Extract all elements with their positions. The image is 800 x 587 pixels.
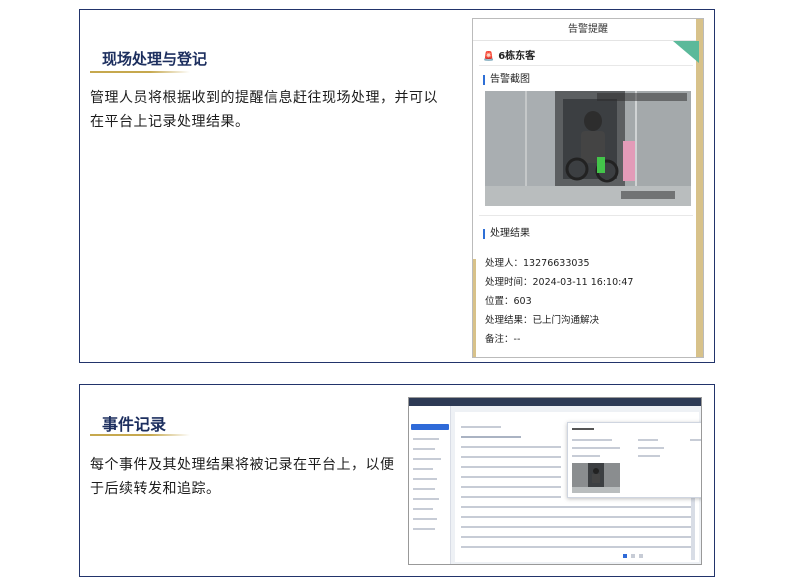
- section-description: 管理人员将根据收到的提醒信息赶往现场处理，并可以在平台上记录处理结果。: [90, 90, 438, 130]
- alarm-location-text: 6栋东客: [498, 51, 536, 62]
- sidebar-item: [413, 468, 433, 470]
- table-row: [461, 516, 691, 518]
- table-row: [461, 546, 691, 548]
- elevator-camera-thumbnail: [572, 463, 620, 493]
- alarm-location: 🚨 6栋东客: [483, 47, 535, 62]
- phone-screenshot-alarm-detail: 告警提醒 🚨 6栋东客 告警截图 处理结果 处理人：13276633035 处理…: [472, 18, 704, 358]
- field-label: 位置：: [485, 296, 514, 307]
- divider: [479, 215, 693, 216]
- app-sidebar: [409, 406, 451, 564]
- table-row: [461, 446, 561, 448]
- field-result: 处理结果：已上门沟通解决: [485, 312, 599, 326]
- pagination-item: [639, 554, 643, 558]
- table-row: [461, 526, 691, 528]
- field-time: 处理时间：2024-03-11 16:10:47: [485, 274, 633, 288]
- field-handler: 处理人：13276633035: [485, 255, 590, 269]
- event-detail-dialog: [567, 422, 701, 498]
- dialog-field: [572, 455, 600, 457]
- table-row: [461, 486, 561, 488]
- app-topbar: [409, 398, 701, 406]
- sidebar-item: [413, 458, 441, 460]
- field-value: --: [513, 334, 521, 345]
- decorative-bar-left: [473, 259, 476, 357]
- sidebar-item: [413, 438, 439, 440]
- divider: [479, 65, 693, 66]
- field-label: 处理时间：: [485, 277, 533, 288]
- event-snapshot-thumbnail: [572, 463, 620, 493]
- table-row: [461, 536, 691, 538]
- field-label: 处理人：: [485, 258, 524, 269]
- phone-header-title: 告警提醒: [473, 19, 703, 41]
- field-value: 2024-03-11 16:10:47: [532, 277, 634, 288]
- table-row: [461, 506, 691, 508]
- section-card-onsite-handling: 现场处理与登记 管理人员将根据收到的提醒信息赶往现场处理，并可以在平台上记录处理…: [79, 9, 715, 363]
- section-card-event-record: 事件记录 每个事件及其处理结果将被记录在平台上，以便于后续转发和追踪。: [79, 384, 715, 577]
- title-underline: [90, 71, 190, 73]
- section-title: 现场处理与登记: [102, 50, 208, 68]
- sidebar-item: [413, 488, 435, 490]
- screenshot-section-label: 告警截图: [483, 75, 530, 85]
- sidebar-item: [413, 528, 435, 530]
- alarm-light-icon: 🚨: [483, 52, 495, 62]
- field-position: 位置：603: [485, 293, 532, 307]
- dialog-title: [572, 428, 594, 430]
- sidebar-item: [413, 498, 439, 500]
- dialog-field: [690, 439, 701, 441]
- desktop-screenshot-event-list: [408, 397, 702, 565]
- dialog-field: [572, 447, 620, 449]
- sidebar-active-item: [411, 424, 449, 430]
- dialog-field: [638, 447, 664, 449]
- dialog-field: [638, 439, 658, 441]
- title-underline: [90, 434, 190, 436]
- sidebar-item: [413, 448, 435, 450]
- table-row: [461, 496, 561, 498]
- field-value: 603: [513, 296, 532, 307]
- field-label: 备注：: [485, 334, 514, 345]
- pagination-current: [623, 554, 627, 558]
- field-note: 备注：--: [485, 331, 520, 345]
- table-row: [461, 466, 561, 468]
- field-label: 处理结果：: [485, 315, 533, 326]
- sidebar-item: [413, 478, 437, 480]
- dialog-field: [572, 439, 612, 441]
- section-title: 事件记录: [102, 415, 167, 434]
- sidebar-item: [413, 518, 437, 520]
- pagination-item: [631, 554, 635, 558]
- sidebar-item: [413, 508, 433, 510]
- table-row: [461, 476, 561, 478]
- result-section-label: 处理结果: [483, 229, 530, 239]
- table-row: [461, 456, 561, 458]
- event-table-area: [455, 412, 701, 562]
- section-description: 每个事件及其处理结果将被记录在平台上，以便于后续转发和追踪。: [90, 457, 395, 497]
- filter-control: [461, 426, 501, 428]
- dialog-field: [638, 455, 660, 457]
- field-value: 13276633035: [523, 258, 590, 269]
- field-value: 已上门沟通解决: [532, 315, 600, 326]
- alarm-screenshot-image: [485, 91, 691, 206]
- elevator-camera-illustration: [485, 91, 691, 206]
- table-header: [461, 436, 521, 438]
- decorative-bar: [696, 19, 703, 357]
